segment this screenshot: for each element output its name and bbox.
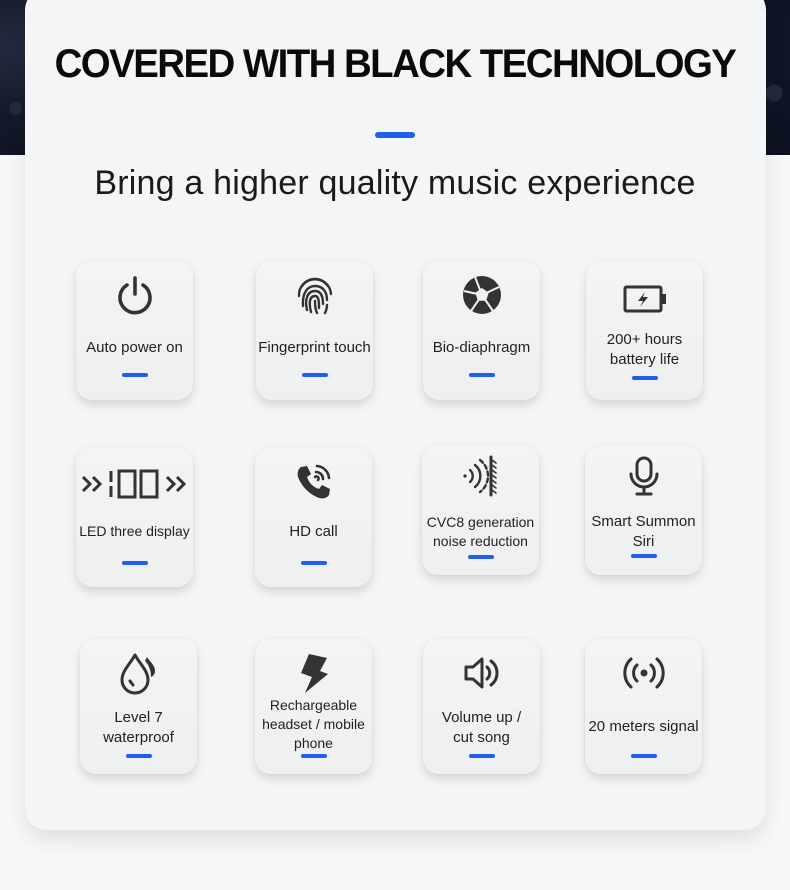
feature-label: Rechargeable headset / mobile phone	[262, 697, 365, 751]
power-icon	[76, 274, 193, 316]
feature-label: HD call	[289, 523, 338, 540]
feature-label: CVC8 generation noise reduction	[426, 514, 535, 549]
card-accent-bar	[126, 754, 152, 758]
speaker-volume-icon	[423, 652, 540, 694]
card-accent-bar	[632, 376, 658, 380]
card-accent-bar	[302, 373, 328, 377]
feature-label: Volume up / cut song	[441, 709, 522, 746]
feature-card-waterproof: Level 7 waterproof	[80, 638, 197, 774]
signal-broadcast-icon	[585, 652, 702, 694]
feature-label: Fingerprint touch	[258, 339, 371, 356]
card-accent-bar	[631, 554, 657, 558]
led-display-icon	[76, 463, 193, 505]
fingerprint-icon	[256, 274, 373, 316]
phone-call-icon	[255, 461, 372, 503]
feature-card-auto-power: Auto power on	[76, 260, 193, 400]
battery-icon	[586, 278, 703, 320]
title-accent-bar	[375, 132, 415, 138]
card-accent-bar	[468, 555, 494, 559]
card-accent-bar	[301, 754, 327, 758]
lightning-icon	[255, 652, 372, 694]
feature-card-noise-reduction: CVC8 generation noise reduction	[422, 445, 539, 575]
feature-label: Bio-diaphragm	[432, 339, 531, 356]
aperture-icon	[423, 274, 540, 316]
feature-card-fingerprint: Fingerprint touch	[256, 260, 373, 400]
water-drop-icon	[80, 652, 197, 695]
feature-card-rechargeable: Rechargeable headset / mobile phone	[255, 638, 372, 774]
feature-card-signal: 20 meters signal	[585, 638, 702, 774]
feature-label: Auto power on	[86, 339, 183, 356]
feature-card-siri: Smart Summon Siri	[585, 445, 702, 575]
feature-label: LED three display	[79, 523, 190, 539]
feature-label: 20 meters signal	[588, 718, 699, 735]
card-accent-bar	[631, 754, 657, 758]
page-title: COVERED WITH BLACK TECHNOLOGY	[54, 42, 737, 86]
feature-card-volume: Volume up / cut song	[423, 638, 540, 774]
feature-label: Smart Summon Siri	[591, 513, 696, 550]
noise-reduction-icon	[422, 455, 539, 497]
feature-card-led-display: LED three display	[76, 447, 193, 587]
feature-label: 200+ hours battery life	[606, 331, 683, 368]
card-accent-bar	[122, 561, 148, 565]
card-accent-bar	[301, 561, 327, 565]
feature-label: Level 7 waterproof	[103, 709, 174, 746]
feature-card-battery: 200+ hours battery life	[586, 260, 703, 400]
page-subtitle: Bring a higher quality music experience	[94, 164, 696, 202]
card-accent-bar	[122, 373, 148, 377]
card-accent-bar	[469, 754, 495, 758]
feature-card-hd-call: HD call	[255, 447, 372, 587]
card-accent-bar	[469, 373, 495, 377]
feature-card-bio-diaphragm: Bio-diaphragm	[423, 260, 540, 400]
microphone-icon	[585, 455, 702, 497]
